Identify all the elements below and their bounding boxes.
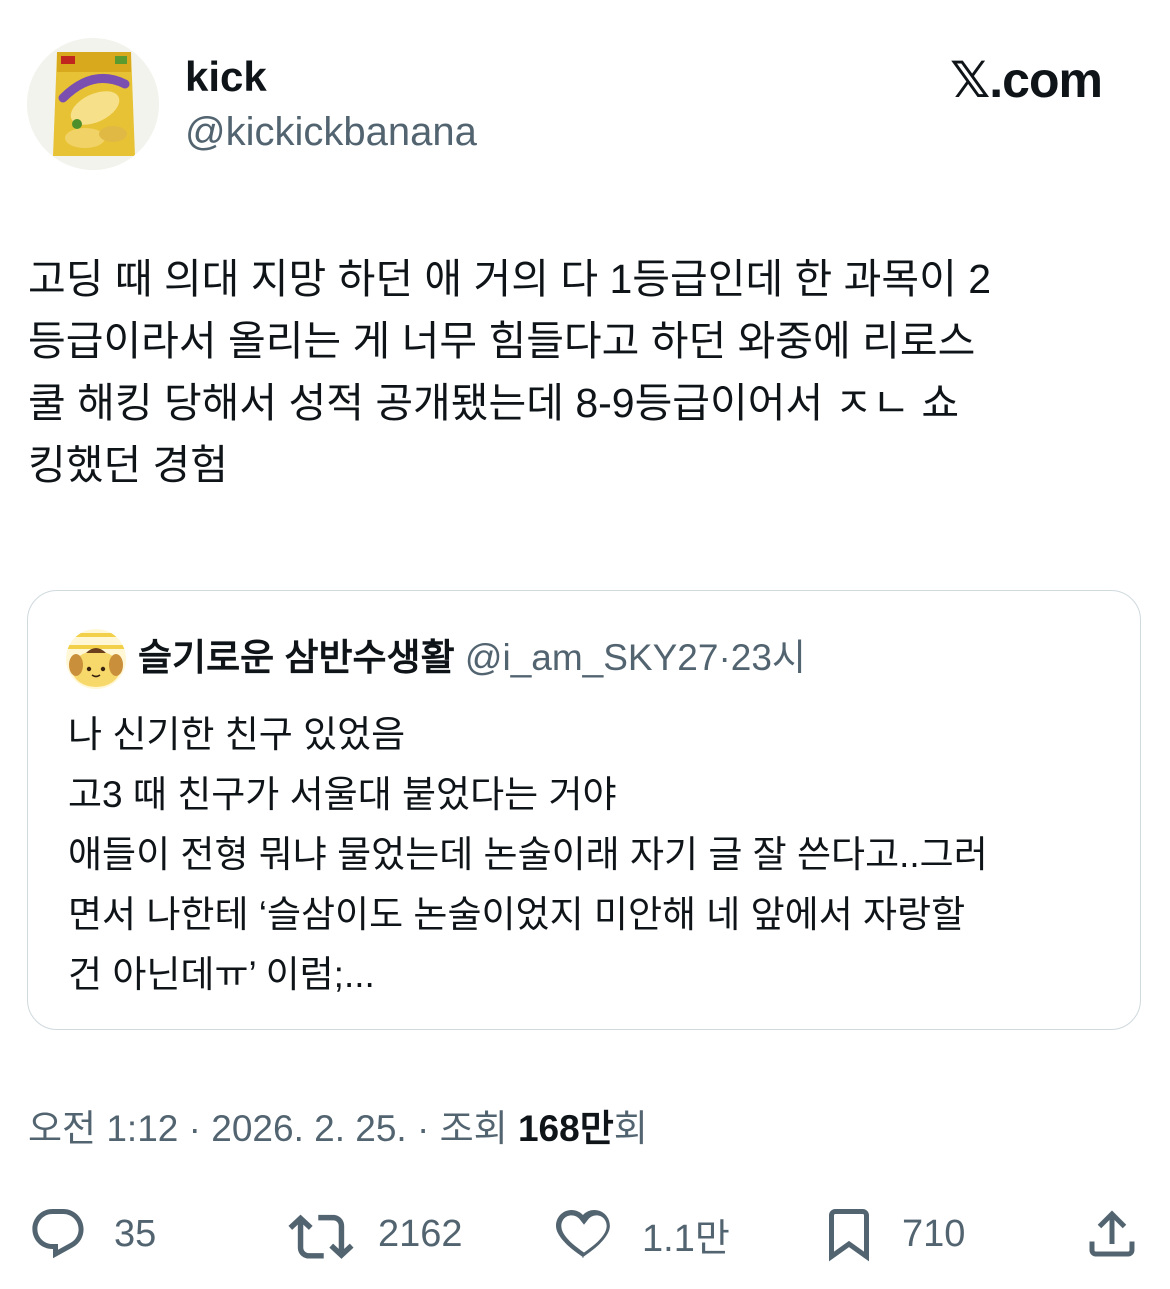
tweet-date[interactable]: 2026. 2. 25. [211, 1108, 406, 1149]
retweet-button[interactable]: 2162 [288, 1202, 463, 1266]
quote-author-name[interactable]: 슬기로운 삼반수생활 [138, 637, 455, 678]
retweet-icon [288, 1214, 354, 1259]
views-count: 168만 [517, 1108, 614, 1149]
tweet-text: 고딩 때 의대 지망 하던 애 거의 다 1등급인데 한 과목이 2 등급이라서… [28, 256, 992, 488]
author-handle[interactable]: @kickickbanana [185, 108, 477, 156]
reply-count: 35 [114, 1212, 157, 1255]
reply-button[interactable]: 35 [28, 1202, 156, 1266]
retweet-count: 2162 [378, 1212, 463, 1255]
banana-snack-bag-avatar-icon [27, 38, 159, 170]
reply-bubble-icon [32, 1209, 84, 1259]
views-suffix: 회 [613, 1108, 648, 1149]
like-button[interactable]: 1.1만 [552, 1202, 730, 1266]
quote-author-handle[interactable]: @i_am_SKY27 [465, 637, 719, 678]
quote-header: 슬기로운 삼반수생활 @i_am_SKY27·23시 [138, 635, 806, 681]
quote-author-avatar[interactable] [66, 629, 126, 689]
heart-icon [556, 1210, 610, 1258]
share-upload-icon [1089, 1210, 1135, 1257]
bookmark-count: 710 [902, 1212, 966, 1255]
author-display-name[interactable]: kick [185, 52, 267, 102]
tweet-time[interactable]: 오전 1:12 [28, 1108, 178, 1149]
bookmark-button[interactable]: 710 [822, 1202, 965, 1266]
pompompurin-avatar-icon [66, 629, 126, 689]
quote-separator: · [718, 637, 731, 678]
quote-timestamp[interactable]: 23시 [731, 637, 806, 678]
share-button[interactable] [1082, 1202, 1142, 1266]
tweet-meta: 오전 1:12 · 2026. 2. 25. · 조회 168만회 [28, 1105, 648, 1153]
views-label: 조회 [439, 1108, 508, 1149]
bookmark-icon [829, 1209, 869, 1262]
x-com-logo: 𝕏.com [950, 52, 1103, 108]
like-count: 1.1만 [642, 1217, 730, 1260]
meta-separator: · [188, 1108, 201, 1149]
meta-separator: · [417, 1108, 430, 1149]
quote-tweet-card[interactable]: 슬기로운 삼반수생활 @i_am_SKY27·23시 나 신기한 친구 있었음 … [27, 590, 1141, 1030]
author-avatar[interactable] [27, 38, 159, 170]
quote-text: 나 신기한 친구 있었음 고3 때 친구가 서울대 붙었다는 거야 애들이 전형… [68, 714, 988, 995]
